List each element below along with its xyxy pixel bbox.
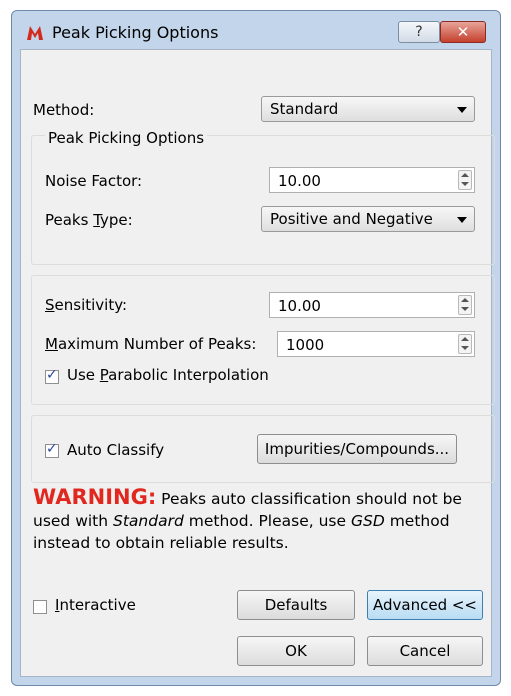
advanced-button[interactable]: Advanced << (367, 590, 483, 620)
chevron-down-icon (457, 217, 467, 223)
max-peaks-label: Maximum Number of Peaks: (45, 335, 257, 353)
auto-classify-checkbox[interactable] (45, 441, 59, 458)
chevron-down-icon (457, 107, 467, 113)
window-title: Peak Picking Options (52, 23, 219, 42)
ok-button[interactable]: OK (237, 636, 355, 666)
interactive-checkbox[interactable] (33, 600, 47, 614)
method-dropdown[interactable]: Standard (261, 96, 475, 122)
sensitivity-input[interactable]: 10.00 (269, 292, 475, 318)
dialog-content: Method: Standard Peak Picking Options No… (20, 49, 495, 677)
noise-factor-input[interactable]: 10.00 (269, 167, 475, 193)
peak-picking-group (31, 135, 495, 265)
impurities-compounds-button[interactable]: Impurities/Compounds... (257, 434, 457, 464)
method-value: Standard (270, 100, 339, 118)
noise-factor-value: 10.00 (278, 172, 321, 190)
sensitivity-label: Sensitivity: (45, 296, 128, 314)
defaults-button[interactable]: Defaults (237, 590, 355, 620)
help-button[interactable]: ? (398, 21, 440, 43)
parabolic-interpolation-label[interactable]: Use Parabolic Interpolation (67, 366, 269, 384)
interactive-label[interactable]: Interactive (55, 596, 136, 614)
max-peaks-value: 1000 (286, 336, 325, 354)
noise-factor-label: Noise Factor: (45, 172, 143, 190)
spinner-arrows-icon[interactable] (458, 295, 472, 315)
peaks-type-value: Positive and Negative (270, 210, 433, 228)
spinner-arrows-icon[interactable] (458, 334, 472, 354)
cancel-button[interactable]: Cancel (367, 636, 483, 666)
app-logo-icon (27, 26, 43, 40)
peaks-type-label: Peaks Type: (45, 211, 133, 229)
warning-message: WARNING: Peaks auto classification shoul… (33, 485, 462, 552)
auto-classify-label[interactable]: Auto Classify (67, 441, 164, 459)
peak-picking-group-title: Peak Picking Options (45, 129, 208, 147)
close-button[interactable]: ✕ (440, 21, 486, 43)
spinner-arrows-icon[interactable] (458, 170, 472, 190)
parabolic-interpolation-checkbox[interactable] (45, 367, 59, 384)
max-peaks-input[interactable]: 1000 (277, 331, 475, 357)
title-bar[interactable]: Peak Picking Options ? ✕ (12, 11, 500, 49)
warning-title: WARNING: (33, 485, 157, 509)
sensitivity-value: 10.00 (278, 297, 321, 315)
method-label: Method: (33, 101, 95, 119)
dialog-window: Peak Picking Options ? ✕ Method: Standar… (11, 10, 501, 686)
peaks-type-dropdown[interactable]: Positive and Negative (261, 206, 475, 232)
